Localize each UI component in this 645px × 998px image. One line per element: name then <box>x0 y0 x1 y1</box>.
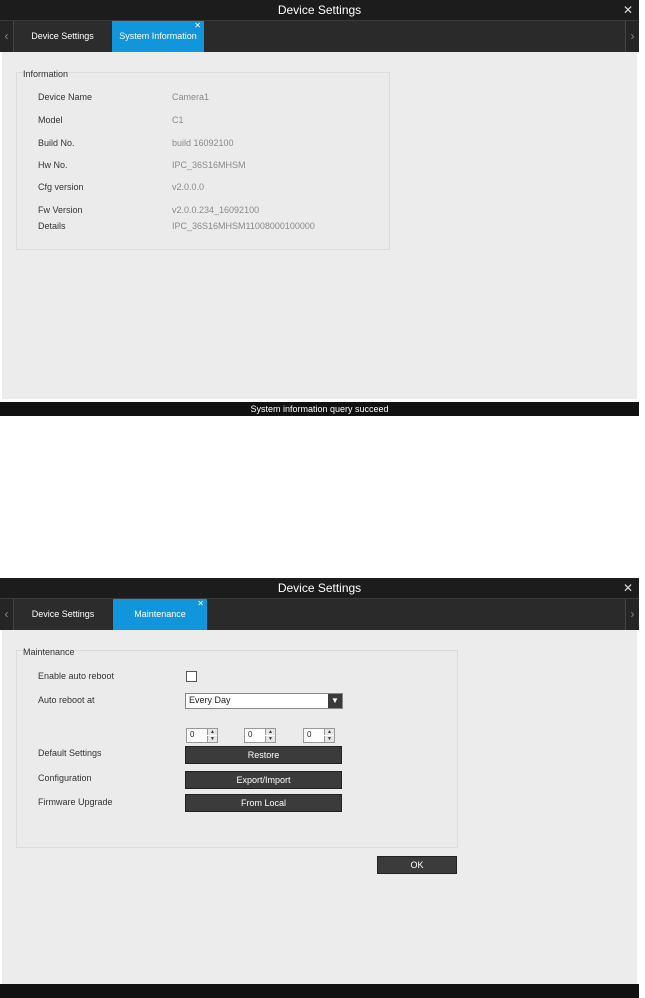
spin-down-icon[interactable]: ▼ <box>265 736 275 742</box>
field-label-device-name: Device Name <box>38 92 93 102</box>
field-value-device-name: Camera1 <box>172 92 210 102</box>
field-value-build-no: build 16092100 <box>172 138 234 148</box>
content-panel: Maintenance Enable auto reboot Auto rebo… <box>2 630 637 985</box>
dropdown-arrow-icon[interactable]: ▼ <box>328 694 342 708</box>
status-text: System information query succeed <box>250 404 389 414</box>
field-label-model: Model <box>38 115 63 125</box>
chevron-right-icon[interactable]: › <box>625 21 639 52</box>
close-icon[interactable]: ✕ <box>623 0 633 20</box>
field-label-cfg-version: Cfg version <box>38 182 84 192</box>
select-value: Every Day <box>189 695 231 705</box>
group-title: Maintenance <box>23 647 75 657</box>
second-spinner[interactable]: 0 ▲ ▼ <box>303 728 335 743</box>
chevron-right-icon[interactable]: › <box>625 599 639 630</box>
field-label-details: Details <box>38 221 66 231</box>
spin-up-icon[interactable]: ▲ <box>265 729 275 735</box>
spinner-value: 0 <box>248 730 253 739</box>
configuration-label: Configuration <box>38 773 92 783</box>
device-settings-window-system-info: Device Settings ✕ ‹ Device Settings Syst… <box>0 0 639 416</box>
spin-down-icon[interactable]: ▼ <box>207 736 217 742</box>
export-import-button[interactable]: Export/Import <box>185 771 342 789</box>
tab-system-information[interactable]: System Information ✕ <box>112 21 204 52</box>
field-label-hw-no: Hw No. <box>38 160 68 170</box>
default-settings-label: Default Settings <box>38 748 102 758</box>
window-title: Device Settings <box>277 581 362 595</box>
window-title: Device Settings <box>277 3 362 17</box>
spinner-value: 0 <box>190 730 195 739</box>
title-bar: Device Settings ✕ <box>0 0 639 20</box>
tab-device-settings[interactable]: Device Settings <box>14 599 112 630</box>
group-title: Information <box>23 69 69 79</box>
enable-auto-reboot-label: Enable auto reboot <box>38 671 115 681</box>
spin-down-icon[interactable]: ▼ <box>324 736 334 742</box>
from-local-button[interactable]: From Local <box>185 794 342 812</box>
spin-up-icon[interactable]: ▲ <box>207 729 217 735</box>
spin-up-icon[interactable]: ▲ <box>324 729 334 735</box>
restore-button[interactable]: Restore <box>185 746 342 764</box>
tab-close-icon[interactable]: ✕ <box>194 10 201 41</box>
field-value-cfg-version: v2.0.0.0 <box>172 182 205 192</box>
field-label-build-no: Build No. <box>38 138 75 148</box>
status-bar <box>0 984 639 998</box>
tab-close-icon[interactable]: ✕ <box>197 588 204 619</box>
firmware-upgrade-label: Firmware Upgrade <box>38 797 113 807</box>
chevron-left-icon[interactable]: ‹ <box>0 599 14 630</box>
tab-bar: ‹ Device Settings Maintenance ✕ › <box>0 598 639 630</box>
enable-auto-reboot-checkbox[interactable] <box>186 671 197 682</box>
auto-reboot-select[interactable]: Every Day ▼ <box>185 693 343 709</box>
status-bar: System information query succeed <box>0 402 639 416</box>
close-icon[interactable]: ✕ <box>623 578 633 598</box>
field-value-hw-no: IPC_36S16MHSM <box>172 160 246 170</box>
ok-button[interactable]: OK <box>377 856 457 874</box>
hour-spinner[interactable]: 0 ▲ ▼ <box>186 728 218 743</box>
spinner-value: 0 <box>307 730 312 739</box>
title-bar: Device Settings ✕ <box>0 578 639 598</box>
content-panel: Information Device Name Camera1 Model C1… <box>2 52 637 399</box>
field-value-fw-version: v2.0.0.234_16092100 <box>172 205 260 215</box>
field-label-fw-version: Fw Version <box>38 205 83 215</box>
tab-maintenance[interactable]: Maintenance ✕ <box>113 599 207 630</box>
field-value-details: IPC_36S16MHSM11008000100000 <box>172 221 315 231</box>
auto-reboot-at-label: Auto reboot at <box>38 695 95 705</box>
tab-device-settings[interactable]: Device Settings <box>14 21 111 52</box>
device-settings-window-maintenance: Device Settings ✕ ‹ Device Settings Main… <box>0 578 639 998</box>
minute-spinner[interactable]: 0 ▲ ▼ <box>244 728 276 743</box>
field-value-model: C1 <box>172 115 184 125</box>
tab-bar: ‹ Device Settings System Information ✕ › <box>0 20 639 52</box>
chevron-left-icon[interactable]: ‹ <box>0 21 14 52</box>
